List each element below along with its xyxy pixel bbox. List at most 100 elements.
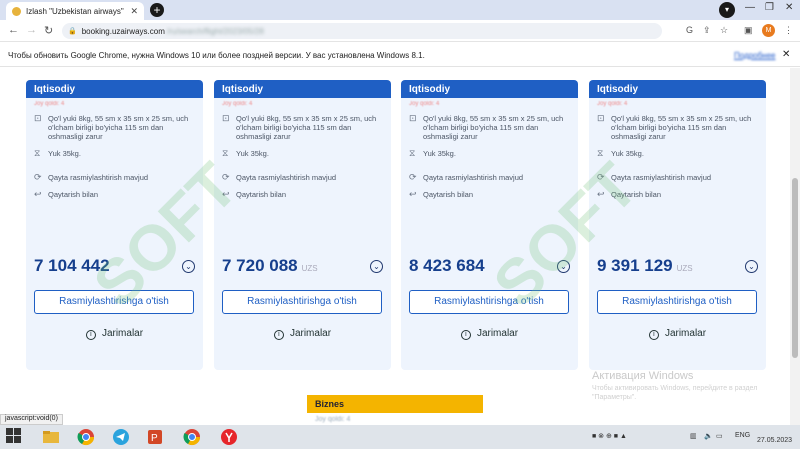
business-tab[interactable]: Biznes xyxy=(307,395,483,413)
close-window-icon[interactable]: ✕ xyxy=(785,2,793,13)
price-row: 9 391 129 UZS ⌄ xyxy=(597,256,758,278)
forward-icon[interactable]: → xyxy=(26,24,37,36)
info-icon: i xyxy=(460,330,471,340)
feature-hand-luggage: ⊡ Qo'l yuki 8kg, 55 sm x 35 sm x 25 sm, u… xyxy=(34,113,189,142)
price: 8 423 684 xyxy=(409,256,485,275)
luggage-icon: ⧖ xyxy=(409,148,416,158)
refresh-icon: ⟳ xyxy=(409,172,417,182)
feature-rebooking: ⟳ Qayta rasmiylashtirish mavjud xyxy=(222,172,337,183)
chevron-down-icon[interactable]: ⌄ xyxy=(182,260,195,273)
infobar-close-icon[interactable]: ✕ xyxy=(782,49,790,60)
powerpoint-icon[interactable]: P xyxy=(146,428,164,446)
return-icon: ↩ xyxy=(34,189,42,199)
taskbar-clock[interactable]: 27.05.2023 xyxy=(757,437,792,444)
fines-link[interactable]: i Jarimalar xyxy=(401,328,578,340)
chrome-icon[interactable] xyxy=(77,428,95,446)
feature-rebooking: ⟳ Qayta rasmiylashtirish mavjud xyxy=(597,172,712,183)
feature-luggage: ⧖ Yuk 35kg. xyxy=(34,148,81,159)
file-explorer-icon[interactable] xyxy=(42,428,60,446)
bag-icon: ⊡ xyxy=(34,113,42,123)
windows-logo-icon xyxy=(6,428,21,443)
price: 7 720 088 UZS xyxy=(222,256,318,275)
fines-link[interactable]: i Jarimalar xyxy=(589,328,766,340)
chevron-down-icon[interactable]: ⌄ xyxy=(557,260,570,273)
maximize-icon[interactable]: ❐ xyxy=(765,2,774,13)
return-icon: ↩ xyxy=(222,189,230,199)
feature-luggage: ⧖ Yuk 35kg. xyxy=(597,148,644,159)
fare-card-title: Iqtisodiy xyxy=(214,80,391,98)
scrollbar-thumb[interactable] xyxy=(792,178,798,358)
page-scrollbar[interactable] xyxy=(790,68,800,425)
price: 7 104 442 xyxy=(34,256,110,275)
page-content: Iqtisodiy Joy qoldi: 4 ⊡ Qo'l yuki 8kg, 5… xyxy=(0,68,800,425)
business-seats-note: Joy qoldi: 4 xyxy=(315,416,351,423)
luggage-icon: ⧖ xyxy=(34,148,41,158)
book-button[interactable]: Rasmiylashtirishga o'tish xyxy=(409,290,569,314)
chevron-down-icon[interactable]: ⌄ xyxy=(745,260,758,273)
price-row: 7 720 088 UZS ⌄ xyxy=(222,256,383,278)
seats-note: Joy qoldi: 4 xyxy=(34,101,65,107)
close-tab-icon[interactable]: ✕ xyxy=(130,6,138,17)
minimize-icon[interactable]: — xyxy=(745,2,755,13)
fare-card-title: Iqtisodiy xyxy=(401,80,578,98)
start-button[interactable] xyxy=(6,428,24,446)
new-tab-button[interactable]: + xyxy=(150,3,164,17)
chrome-active-icon[interactable] xyxy=(183,428,201,446)
fines-link[interactable]: i Jarimalar xyxy=(26,328,203,340)
info-icon: i xyxy=(648,330,659,340)
fare-card: Iqtisodiy Joy qoldi: 4 ⊡ Qo'l yuki 8kg, 5… xyxy=(401,80,578,370)
language-indicator[interactable]: ENG xyxy=(735,432,750,439)
feature-rebooking: ⟳ Qayta rasmiylashtirish mavjud xyxy=(34,172,149,183)
info-icon: i xyxy=(85,330,96,340)
currency: UZS xyxy=(676,264,693,273)
back-icon[interactable]: ← xyxy=(8,24,19,36)
tab-search-button[interactable]: ▾ xyxy=(719,2,735,18)
price-row: 8 423 684 ⌄ xyxy=(409,256,570,278)
refresh-icon: ⟳ xyxy=(597,172,605,182)
fare-card-title: Iqtisodiy xyxy=(589,80,766,98)
bookmark-star-icon[interactable]: ☆ xyxy=(720,25,728,36)
infobar-message: Чтобы обновить Google Chrome, нужна Wind… xyxy=(8,51,425,60)
yandex-browser-icon[interactable] xyxy=(220,428,238,446)
feature-rebooking: ⟳ Qayta rasmiylashtirish mavjud xyxy=(409,172,524,183)
chevron-down-icon[interactable]: ⌄ xyxy=(370,260,383,273)
address-bar[interactable]: 🔒 booking.uzairways.com /ru/search/fligh… xyxy=(62,23,662,39)
book-button[interactable]: Rasmiylashtirishga o'tish xyxy=(222,290,382,314)
volume-icon[interactable]: 🔈 xyxy=(704,432,713,440)
browser-tab-bar: Izlash "Uzbekistan airways" ✕ + ▾ — ❐ ✕ xyxy=(0,0,800,20)
luggage-icon: ⧖ xyxy=(222,148,229,158)
profile-avatar[interactable]: M xyxy=(762,24,775,37)
network-icon[interactable]: ▥ xyxy=(690,432,697,440)
luggage-icon: ⧖ xyxy=(597,148,604,158)
seats-note: Joy qoldi: 4 xyxy=(597,101,628,107)
url-path: /ru/search/flight/2023/05/28 xyxy=(166,26,264,36)
feature-refund: ↩ Qaytarish bilan xyxy=(34,189,99,200)
site-favicon-icon xyxy=(12,6,21,16)
fines-link[interactable]: i Jarimalar xyxy=(214,328,391,340)
currency: UZS xyxy=(301,264,318,273)
telegram-icon[interactable] xyxy=(112,428,130,446)
kebab-menu-icon[interactable]: ⋮ xyxy=(784,25,793,36)
windows-activation-title: Активация Windows xyxy=(592,370,694,382)
book-button[interactable]: Rasmiylashtirishga o'tish xyxy=(597,290,757,314)
feature-refund: ↩ Qaytarish bilan xyxy=(597,189,662,200)
seats-note: Joy qoldi: 4 xyxy=(222,101,253,107)
book-button[interactable]: Rasmiylashtirishga o'tish xyxy=(34,290,194,314)
tray-app-icons[interactable]: ■ ⊗ ⊕ ■ ▲ xyxy=(592,432,627,440)
google-icon[interactable]: G xyxy=(686,25,693,35)
fare-card: Iqtisodiy Joy qoldi: 4 ⊡ Qo'l yuki 8kg, 5… xyxy=(214,80,391,370)
fare-card: Iqtisodiy Joy qoldi: 4 ⊡ Qo'l yuki 8kg, 5… xyxy=(589,80,766,370)
return-icon: ↩ xyxy=(597,189,605,199)
svg-text:P: P xyxy=(151,433,158,444)
return-icon: ↩ xyxy=(409,189,417,199)
price-row: 7 104 442 ⌄ xyxy=(34,256,195,278)
feature-hand-luggage: ⊡ Qo'l yuki 8kg, 55 sm x 35 sm x 25 sm, u… xyxy=(222,113,377,142)
infobar-more-link[interactable]: Подробнее xyxy=(734,51,776,60)
share-icon[interactable]: ⇪ xyxy=(703,25,711,36)
browser-tab[interactable]: Izlash "Uzbekistan airways" ✕ xyxy=(6,2,144,20)
info-icon: i xyxy=(273,330,284,340)
side-panel-icon[interactable]: ▣ xyxy=(744,25,753,36)
browser-toolbar: ← → ↻ 🔒 booking.uzairways.com /ru/search… xyxy=(0,20,800,42)
reload-icon[interactable]: ↻ xyxy=(44,24,53,37)
battery-icon[interactable]: ▭ xyxy=(716,432,723,440)
